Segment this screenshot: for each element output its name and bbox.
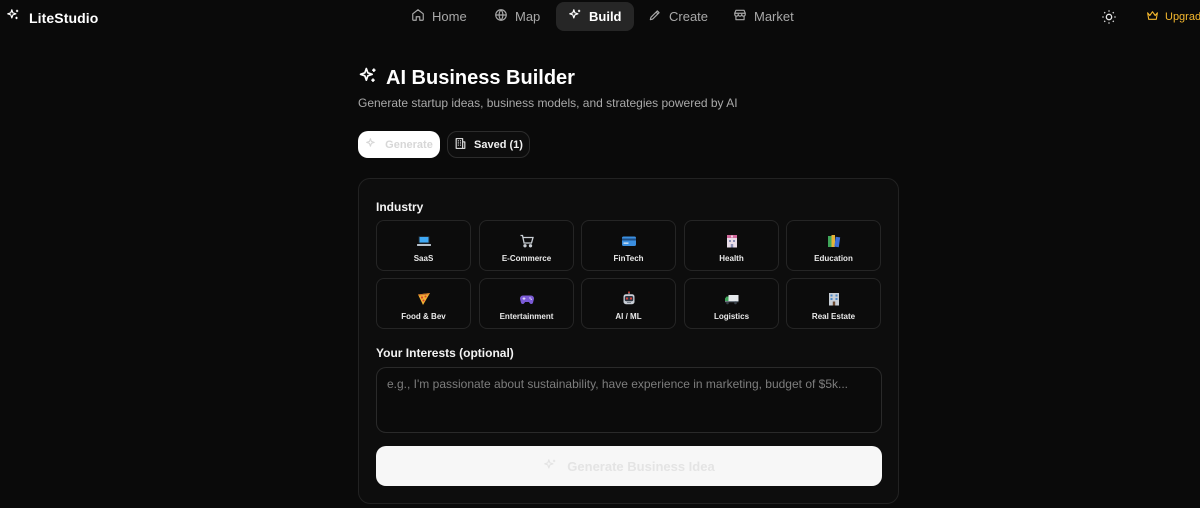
nav-item-label: Create	[669, 9, 709, 24]
brush-icon	[648, 8, 662, 25]
industry-option-health[interactable]: Health	[684, 220, 779, 271]
industry-label: Logistics	[713, 312, 750, 321]
main-nav: Home Map Build Create Market	[0, 0, 1200, 34]
upgrade-button[interactable]: Upgrad	[1146, 9, 1200, 25]
industry-option-food-bev[interactable]: Food & Bev	[376, 278, 471, 329]
robot-icon	[621, 290, 637, 308]
industry-option-entertainment[interactable]: Entertainment	[479, 278, 574, 329]
generator-panel: Industry SaaS E-Commerce FinTech Health …	[358, 178, 899, 504]
interests-label: Your Interests (optional)	[376, 346, 514, 360]
top-bar: LiteStudio Home Map Build Create Market …	[0, 0, 1200, 34]
gamepad-icon	[519, 290, 535, 308]
globe-icon	[494, 8, 508, 25]
books-icon	[826, 232, 842, 250]
industry-option-real-estate[interactable]: Real Estate	[786, 278, 881, 329]
nav-item-home[interactable]: Home	[399, 2, 479, 31]
industry-label: Education	[814, 254, 853, 263]
theme-toggle-button[interactable]	[1101, 9, 1117, 25]
industry-option-logistics[interactable]: Logistics	[684, 278, 779, 329]
nav-item-label: Home	[432, 9, 467, 24]
nav-item-label: Map	[515, 9, 541, 24]
industry-option-education[interactable]: Education	[786, 220, 881, 271]
industry-label: Food & Bev	[401, 312, 446, 321]
sun-icon	[1101, 10, 1117, 29]
interests-input[interactable]	[376, 367, 882, 433]
credit-card-icon	[621, 232, 637, 250]
generate-button-label: Generate Business Idea	[567, 458, 715, 474]
sparkles-icon	[568, 8, 582, 25]
sparkles-icon	[543, 458, 557, 475]
industry-option-ai-ml[interactable]: AI / ML	[581, 278, 676, 329]
hospital-icon	[724, 232, 740, 250]
tab-label: Saved (1)	[474, 138, 523, 151]
page-header: AI Business Builder	[358, 66, 575, 91]
sparkles-icon	[358, 66, 378, 91]
laptop-icon	[416, 232, 432, 250]
nav-item-market[interactable]: Market	[721, 2, 806, 31]
page-title: AI Business Builder	[386, 67, 575, 89]
nav-item-label: Build	[589, 9, 622, 24]
industry-option-fintech[interactable]: FinTech	[581, 220, 676, 271]
truck-icon	[724, 290, 740, 308]
nav-item-map[interactable]: Map	[482, 2, 552, 31]
page-subtitle: Generate startup ideas, business models,…	[358, 96, 738, 110]
nav-item-create[interactable]: Create	[636, 2, 720, 31]
industry-label: Health	[719, 254, 744, 263]
tab-generate[interactable]: Generate	[358, 131, 440, 158]
crown-icon	[1146, 9, 1159, 25]
nav-item-build[interactable]: Build	[556, 2, 634, 31]
nav-item-label: Market	[754, 9, 794, 24]
tab-label: Generate	[385, 138, 433, 151]
industry-label: E-Commerce	[501, 254, 552, 263]
home-icon	[411, 8, 425, 25]
sparkles-icon	[365, 137, 378, 153]
industry-label: FinTech	[613, 254, 644, 263]
pizza-icon	[416, 290, 432, 308]
industry-label: SaaS	[413, 254, 434, 263]
industry-option-saas[interactable]: SaaS	[376, 220, 471, 271]
store-icon	[733, 8, 747, 25]
building-icon	[826, 290, 842, 308]
industry-label: Entertainment	[499, 312, 554, 321]
industry-label: Industry	[376, 200, 424, 214]
upgrade-label: Upgrad	[1165, 11, 1200, 23]
industry-option-e-commerce[interactable]: E-Commerce	[479, 220, 574, 271]
building-icon	[454, 137, 467, 153]
industry-label: Real Estate	[811, 312, 856, 321]
industry-label: AI / ML	[615, 312, 642, 321]
shopping-cart-icon	[519, 232, 535, 250]
tab-saved[interactable]: Saved (1)	[447, 131, 530, 158]
generate-idea-button[interactable]: Generate Business Idea	[376, 446, 882, 486]
